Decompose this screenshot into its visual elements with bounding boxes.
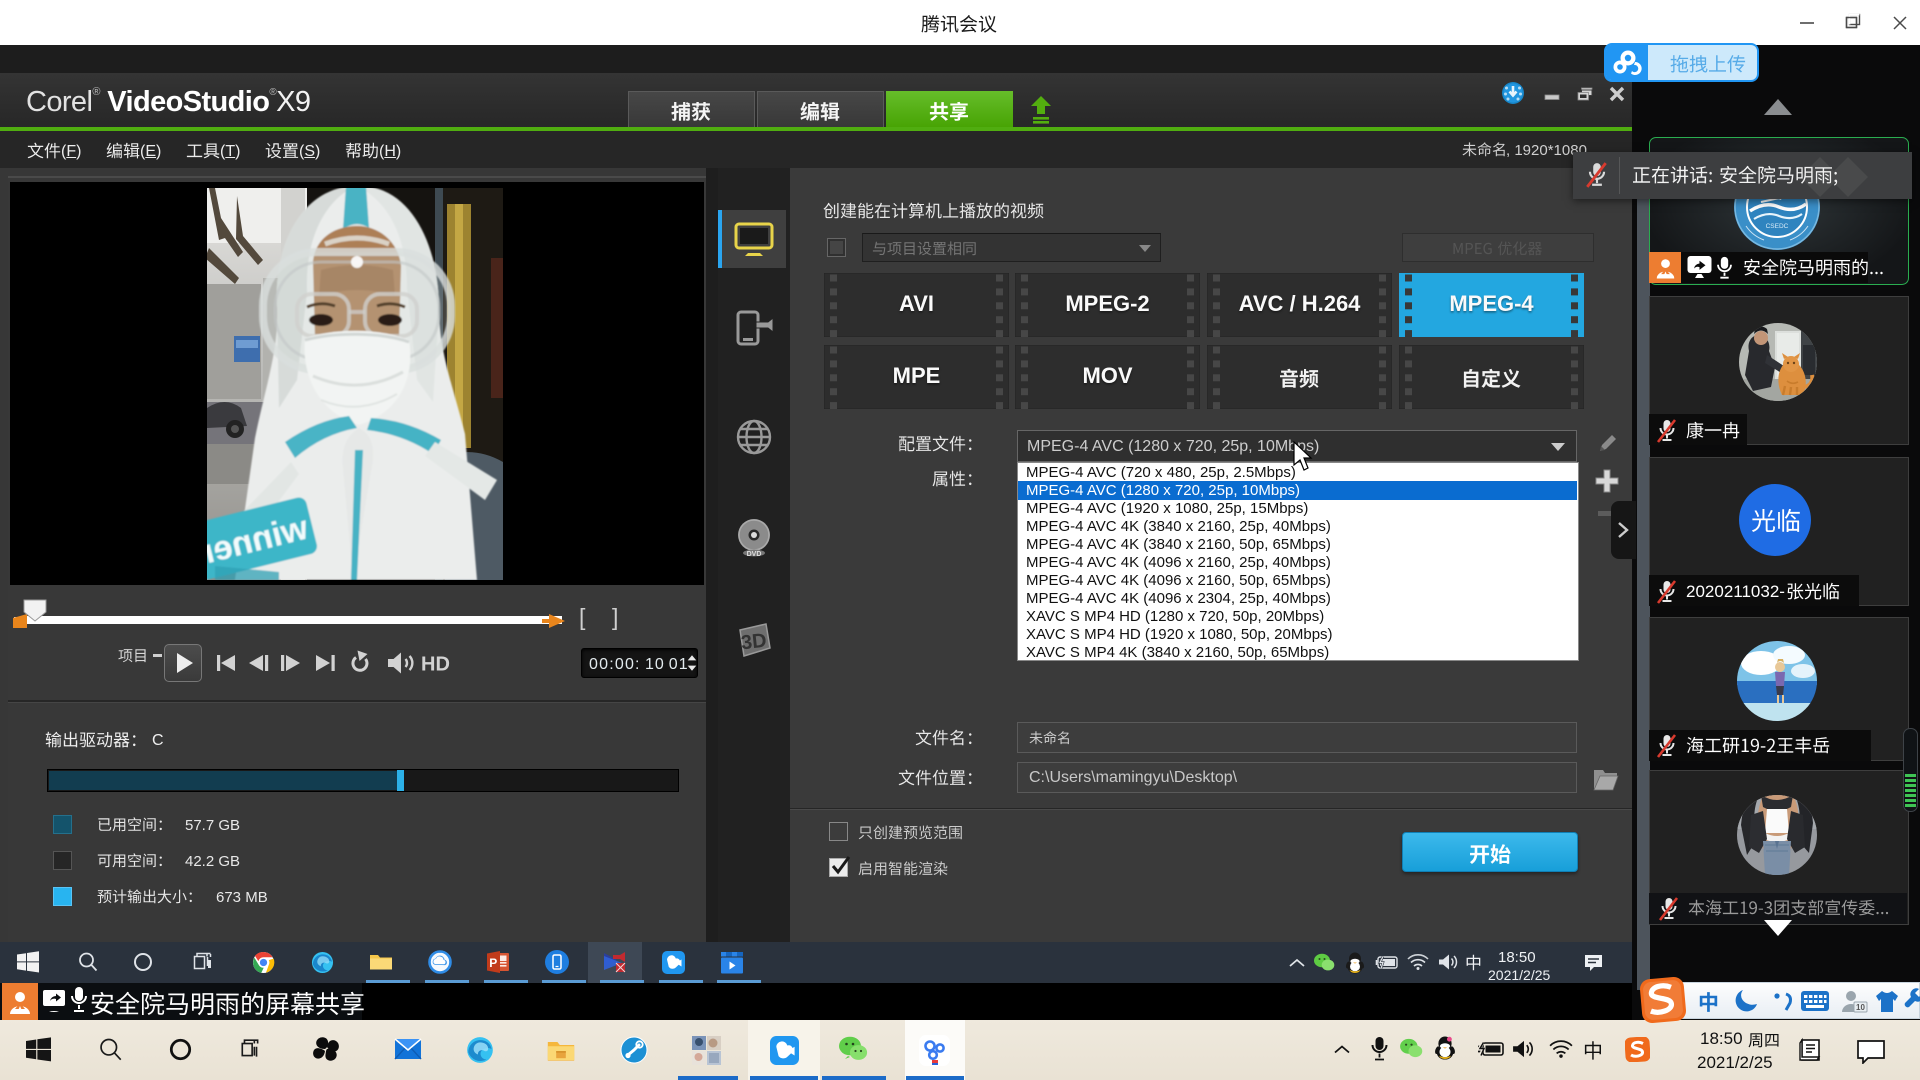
svg-text:P: P bbox=[489, 956, 497, 970]
svg-text:3D: 3D bbox=[740, 630, 768, 655]
svg-text:CSEDC: CSEDC bbox=[1766, 223, 1789, 230]
svg-text:HD: HD bbox=[421, 654, 450, 676]
svg-text:10: 10 bbox=[1856, 1003, 1865, 1012]
svg-text:DVD: DVD bbox=[747, 551, 762, 558]
